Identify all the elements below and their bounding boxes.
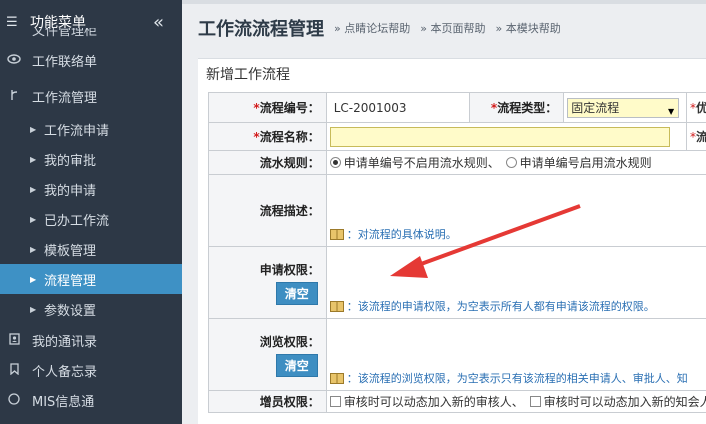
title-bar: 工作流流程管理 » 点睛论坛帮助 » 本页面帮助 » 本模块帮助 [182,4,706,52]
sidebar-item-label: 我的通讯录 [32,334,98,350]
forum-help-link[interactable]: » 点睛论坛帮助 [334,20,410,36]
apply-hint: ：该流程的申请权限，为空表示所有人都有申请该流程的权限。 [327,297,706,315]
serial-disabled-text: 申请单编号不启用流水规则、 [343,156,500,170]
apply-label-cell: 申请权限： 清空 [208,246,327,319]
caret-right-icon: ▶ [30,124,37,134]
sidebar-item-workflow-manage[interactable]: 工作流管理 [0,81,182,111]
sidebar-subitem-workflow-apply[interactable]: ▶ 工作流申请 [0,114,182,144]
browse-label-cell: 浏览权限： 清空 [208,318,327,391]
apply-clear-button[interactable]: 清空 [275,281,318,305]
sidebar-item-label: 工作联络单 [32,54,98,70]
serial-label: 流水规则： [208,150,327,175]
browse-textarea[interactable] [327,319,706,369]
serial-disabled-radio[interactable] [329,157,341,168]
serial-enabled-radio[interactable] [505,157,517,168]
code-input[interactable]: LC-2001003 [329,97,462,118]
caret-right-icon: ▶ [30,214,37,224]
sidebar-item-address-book[interactable]: 我的通讯录 [0,325,182,355]
sidebar-subitem-my-approval[interactable]: ▶ 我的审批 [0,144,182,174]
caret-right-icon: ▶ [30,184,37,194]
browse-clear-button[interactable]: 清空 [275,353,318,377]
sidebar-item-contact-sheet[interactable]: 工作联络单 [0,45,182,75]
add-approver-checkbox[interactable] [329,396,341,407]
bookmark-icon [6,362,22,378]
sidebar-item-mis[interactable]: MIS信息通 [0,385,182,415]
page-help-link[interactable]: » 本页面帮助 [420,20,485,36]
annotation-arrow [390,204,581,278]
name-input[interactable] [329,126,670,147]
browse-hint: ：该流程的浏览权限，为空表示只有该流程的相关申请人、审批人、知 [327,369,706,387]
serial-enabled-text: 申请单编号启用流水规则 [519,156,652,170]
info-icon [6,392,22,408]
book-icon [329,228,344,240]
sidebar-item-cutoff[interactable]: 文件管理柜 [0,28,182,42]
caret-right-icon: ▶ [30,274,37,284]
browse-label: 浏览权限： [259,334,320,349]
sidebar-subitem-process-manage[interactable]: ▶ 流程管理 [0,264,182,294]
sidebar: ☰ 功能菜单 « 文件管理柜 工作联络单 工作流管理 ▶ 工作流申请 ▶ 我的审… [0,0,182,424]
book-icon [329,300,344,312]
sidebar-subitem-done-workflow[interactable]: ▶ 已办工作流 [0,204,182,234]
caret-right-icon: ▶ [30,154,37,164]
caret-right-icon: ▶ [30,304,37,314]
sidebar-item-label: 个人备忘录 [32,364,98,380]
type-label: *流程类型： [469,92,565,123]
add-approver-text: 审核时可以动态加入新的审核人、 [343,395,524,409]
add-notifier-text: 审核时可以动态加入新的知会人 [543,395,706,409]
panel-title: 新增工作流程 [206,67,290,83]
module-help-link[interactable]: » 本模块帮助 [495,20,560,36]
book-icon [329,372,344,384]
add-notifier-checkbox[interactable] [529,396,541,407]
code-label: *流程编号： [208,92,327,123]
name-label: *流程名称： [208,122,327,151]
page-title: 工作流流程管理 [198,19,324,40]
dropdown-caret-icon: ▼ [668,106,675,116]
sidebar-subitem-param-settings[interactable]: ▶ 参数设置 [0,294,182,324]
apply-label: 申请权限： [259,262,320,277]
eye-icon [6,53,22,67]
add-label: 增员权限： [208,390,327,413]
sidebar-subitem-template-manage[interactable]: ▶ 模板管理 [0,234,182,264]
sidebar-item-memo[interactable]: 个人备忘录 [0,355,182,385]
sidebar-item-label: MIS信息通 [32,394,95,410]
sidebar-subitem-my-application[interactable]: ▶ 我的申请 [0,174,182,204]
address-book-icon [6,332,22,348]
type-select[interactable]: 固定流程 ▼ [567,97,680,118]
caret-right-icon: ▶ [30,244,37,254]
desc-label: 流程描述： [208,174,327,247]
fork-icon [6,89,22,104]
sidebar-item-label: 工作流管理 [32,90,98,106]
